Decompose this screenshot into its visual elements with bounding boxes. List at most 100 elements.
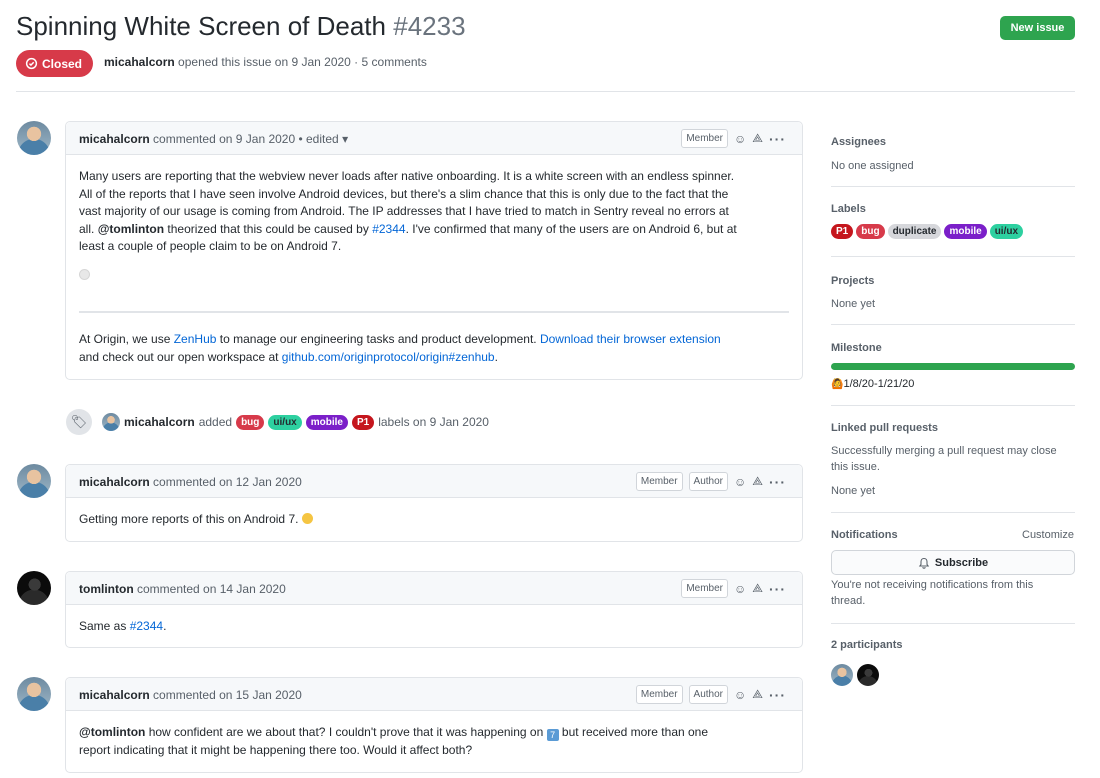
avatar[interactable] [17,121,51,155]
loading-image-icon [79,268,90,280]
zenhub-icon[interactable]: ⟁ [752,581,763,596]
mention-link[interactable]: @tomlinton [79,725,145,739]
milestone-name[interactable]: 1/8/20-1/21/20 [843,378,914,390]
label-p1[interactable]: P1 [831,224,854,239]
labels-title[interactable]: Labels [831,203,866,215]
more-options-icon[interactable]: ··· [769,687,786,703]
chevron-down-icon[interactable]: ▾ [342,132,348,146]
comment-body: Same as #2344. [66,605,802,650]
label-duplicate[interactable]: duplicate [887,224,942,239]
event-action: added [198,415,233,429]
text: . I've confirmed that many of the users … [405,221,737,236]
participants-title: 2 participants [831,639,903,651]
comment-body: Getting more reports of this on Android … [66,498,802,543]
label-uiux[interactable]: ui/ux [989,224,1024,239]
issue-reference-link[interactable]: #2344 [372,222,405,236]
zenhub-icon[interactable]: ⟁ [752,474,763,489]
comment-line: report indicating that it might be happe… [79,742,473,757]
workspace-link[interactable]: github.com/originprotocol/origin#zenhub [282,350,495,364]
text: all. [79,221,98,236]
comment-line: All of the reports that I have seen invo… [79,186,729,201]
divider [79,311,789,313]
comment-text: Same as [79,619,130,633]
avatar[interactable] [17,677,51,711]
issue-author-link[interactable]: micahalcorn [104,55,175,69]
subscribe-label: Subscribe [934,556,989,569]
comment-line: all. @tomlinton theorized that this coul… [79,221,789,239]
new-issue-button[interactable]: New issue [1000,16,1075,40]
divider [831,186,1075,187]
label-bug[interactable]: bug [236,414,265,430]
comment-body: Many users are reporting that the webvie… [66,155,802,380]
milestone-title[interactable]: Milestone [831,342,882,354]
avatar[interactable] [831,664,853,686]
comment: micahalcorn commented on 15 Jan 2020 Mem… [65,677,803,773]
label-p1[interactable]: P1 [351,414,375,430]
issue-number: #4233 [393,11,466,41]
milestone-value[interactable]: 🙆1/8/20-1/21/20 [831,376,914,393]
label-mobile[interactable]: mobile [944,224,987,239]
closed-issue-icon [25,57,38,70]
avatar[interactable] [102,413,120,431]
comment-meta: commented on 14 Jan 2020 [137,582,286,596]
text: At Origin, we use [79,332,174,346]
comment-author[interactable]: micahalcorn [79,132,150,146]
member-badge: Member [635,472,683,491]
author-badge: Author [688,472,729,491]
projects-value: None yet [831,298,876,310]
avatar[interactable] [17,571,51,605]
more-options-icon[interactable]: ··· [769,474,786,490]
label-bug[interactable]: bug [856,224,885,239]
event-author[interactable]: micahalcorn [124,415,195,429]
more-options-icon[interactable]: ··· [769,131,786,147]
member-badge: Member [635,685,683,704]
issue-title-text: Spinning White Screen of Death [16,11,386,41]
more-options-icon[interactable]: ··· [769,581,786,597]
footer-line: and check out our open workspace at gith… [79,349,789,367]
comment-meta: commented on 15 Jan 2020 [153,688,302,702]
emoji-reaction-icon[interactable]: ☺ [734,582,746,596]
comment-author[interactable]: tomlinton [79,582,134,596]
linked-prs-title: Linked pull requests [831,422,938,434]
label-mobile[interactable]: mobile [305,414,348,430]
comment-line: vast majority of our usage is coming fro… [79,204,729,218]
assignees-title[interactable]: Assignees [831,136,886,148]
customize-link[interactable]: Customize [1022,527,1074,543]
linked-prs-value: None yet [831,485,876,497]
notifications-text: You're not receiving notifications from … [831,577,1033,609]
comment-line: @tomlinton how confident are we about th… [79,724,789,742]
member-badge: Member [681,129,729,148]
avatar[interactable] [17,464,51,498]
comment-author[interactable]: micahalcorn [79,688,150,702]
issue-reference-link[interactable]: #2344 [130,619,163,633]
emoji-reaction-icon[interactable]: ☺ [734,688,746,702]
emoji-reaction-icon[interactable]: ☺ [734,475,746,489]
mention-link[interactable]: @tomlinton [98,222,164,236]
assignees-value: No one assigned [831,160,914,172]
comment-line: Many users are reporting that the webvie… [79,169,735,183]
participants-list [831,664,879,686]
divider [831,623,1075,624]
emoji-reaction-icon[interactable]: ☺ [734,132,746,146]
issue-meta-text: opened this issue on 9 Jan 2020 · 5 comm… [178,55,427,69]
browser-extension-link[interactable]: Download their browser extension [540,332,721,346]
zenhub-link[interactable]: ZenHub [174,332,217,346]
bell-icon [918,557,930,569]
avatar[interactable] [857,664,879,686]
comment-header: micahalcorn commented on 12 Jan 2020 Mem… [66,465,802,498]
label-uiux[interactable]: ui/ux [268,414,302,430]
zenhub-icon[interactable]: ⟁ [752,687,763,702]
text-line: this issue. [831,461,880,473]
projects-title[interactable]: Projects [831,275,874,287]
zenhub-icon[interactable]: ⟁ [752,131,763,146]
issue-meta: micahalcorn opened this issue on 9 Jan 2… [104,55,427,69]
comment-author[interactable]: micahalcorn [79,475,150,489]
divider [831,256,1075,257]
milestone-progress-bar [831,363,1075,370]
emoji-icon [301,513,313,524]
notifications-title: Notifications [831,529,898,541]
member-badge: Member [681,579,729,598]
divider [831,512,1075,513]
comment-header: tomlinton commented on 14 Jan 2020 Membe… [66,572,802,605]
subscribe-button[interactable]: Subscribe [831,550,1075,575]
